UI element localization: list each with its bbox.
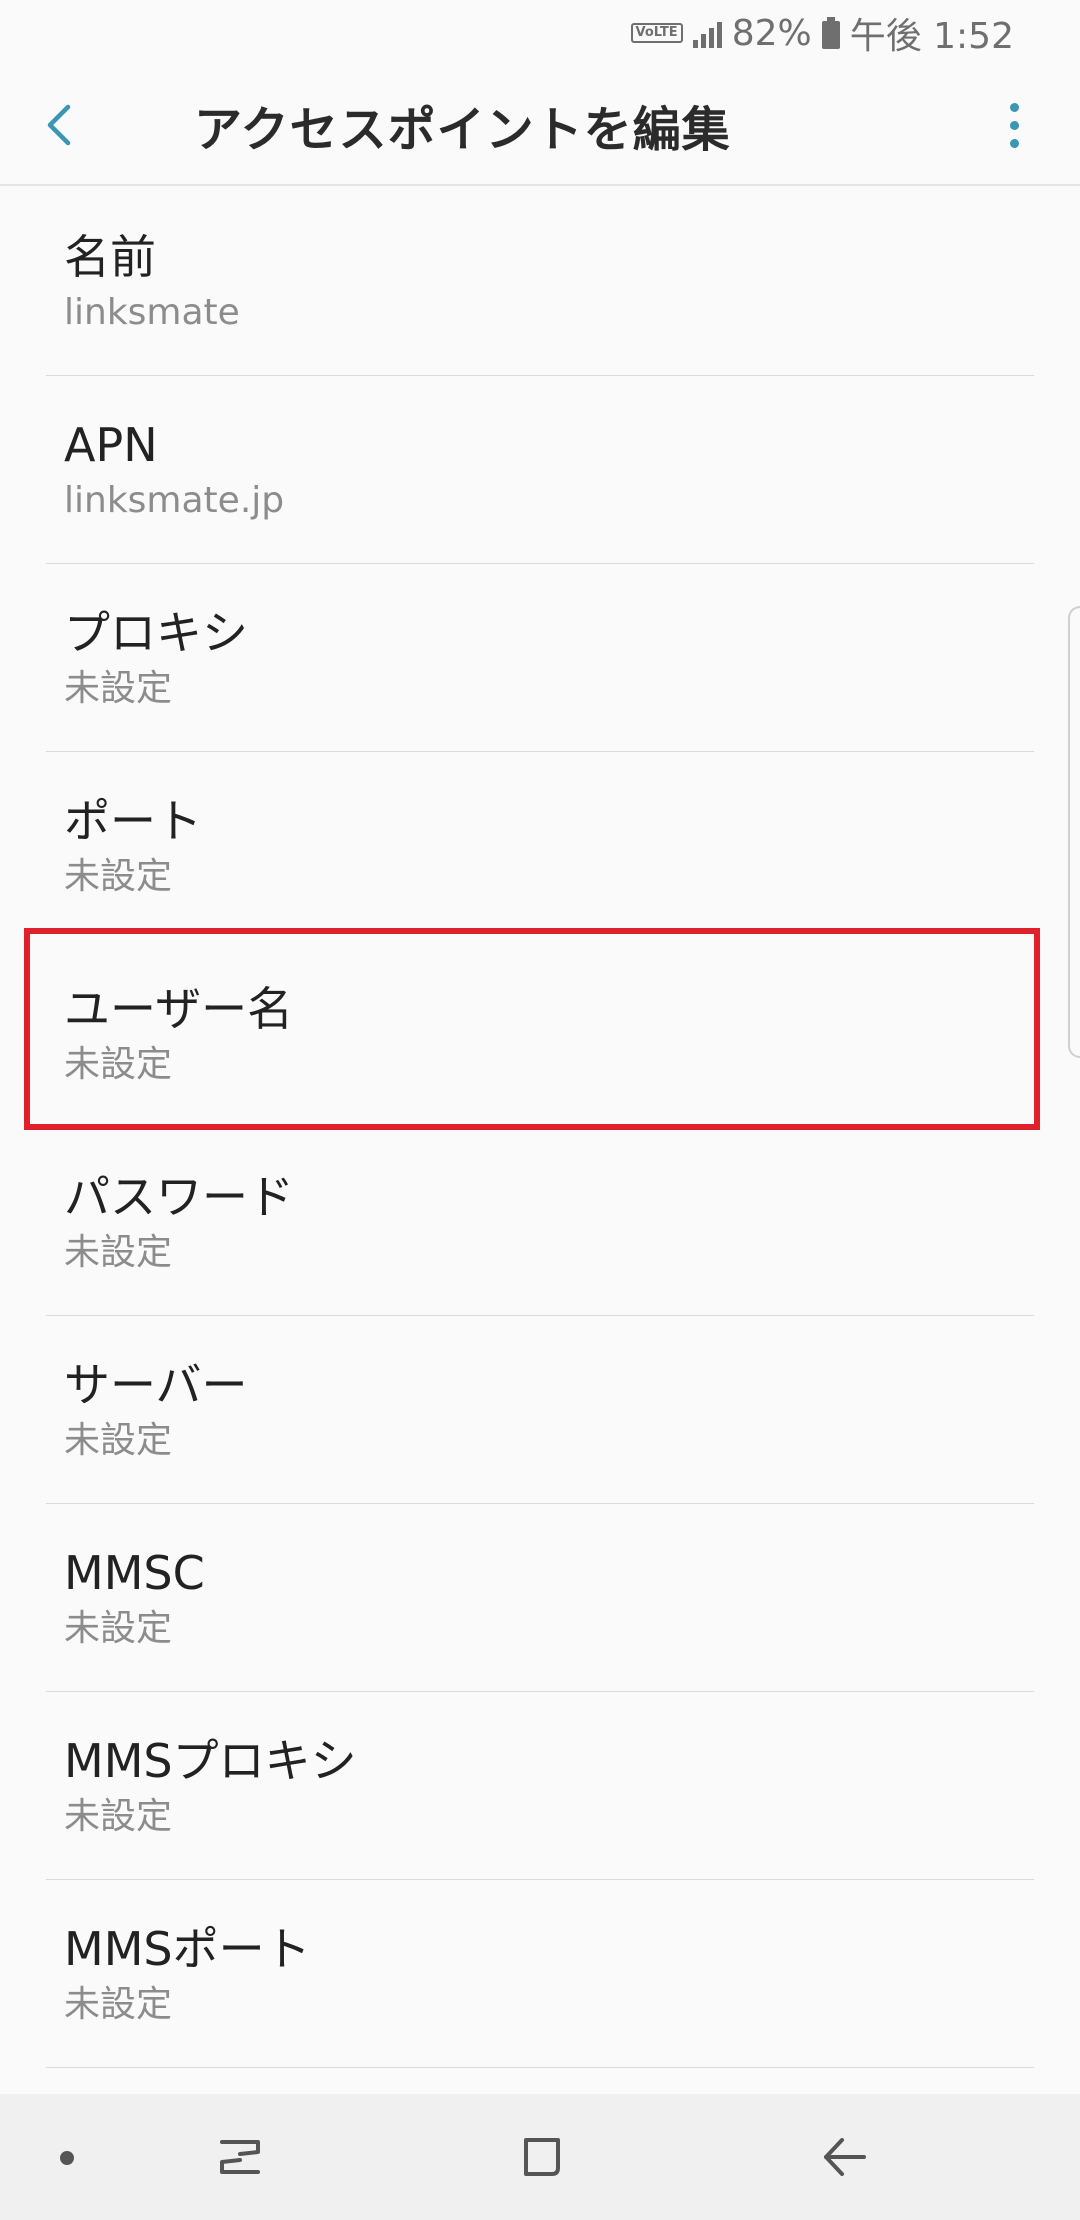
item-value: 未設定 bbox=[64, 1419, 173, 1461]
item-title: パスワード bbox=[64, 1169, 294, 1224]
back-nav-button[interactable] bbox=[820, 2132, 868, 2186]
recent-apps-icon bbox=[220, 2140, 260, 2174]
back-arrow-icon bbox=[824, 2138, 866, 2176]
item-title: APN bbox=[64, 417, 158, 472]
list-item-mms-port[interactable]: MMSポート 未設定 bbox=[46, 1880, 1034, 2068]
navigation-bar bbox=[0, 2094, 1080, 2220]
list-item-name[interactable]: 名前 linksmate bbox=[46, 188, 1034, 376]
item-value: 未設定 bbox=[64, 1231, 173, 1273]
hide-nav-dot-icon[interactable] bbox=[60, 2151, 74, 2165]
item-value: 未設定 bbox=[64, 667, 173, 709]
item-value: linksmate bbox=[64, 291, 240, 333]
clock: 午後 1:52 bbox=[849, 16, 1014, 57]
battery-percent: 82% bbox=[731, 12, 812, 54]
back-button[interactable] bbox=[44, 65, 134, 185]
page-title: アクセスポイントを編集 bbox=[194, 102, 731, 158]
item-title: 名前 bbox=[64, 229, 156, 284]
battery-icon bbox=[821, 17, 840, 49]
more-vertical-icon bbox=[1009, 102, 1019, 112]
list-item-port[interactable]: ポート 未設定 bbox=[46, 752, 1034, 940]
signal-icon bbox=[692, 18, 722, 48]
item-value: 未設定 bbox=[64, 856, 173, 897]
item-title: プロキシ bbox=[64, 605, 248, 660]
highlight-frame bbox=[24, 928, 1040, 1130]
item-value: 未設定 bbox=[64, 1795, 173, 1837]
list-item-proxy[interactable]: プロキシ 未設定 bbox=[46, 564, 1034, 752]
list-item-server[interactable]: サーバー 未設定 bbox=[46, 1316, 1034, 1504]
edge-panel-handle[interactable] bbox=[1068, 606, 1080, 1058]
chevron-left-icon bbox=[47, 104, 71, 146]
item-title: ポート bbox=[64, 794, 202, 848]
list-item-password[interactable]: パスワード 未設定 bbox=[46, 1128, 1034, 1316]
item-value: linksmate.jp bbox=[64, 479, 285, 521]
item-value: 未設定 bbox=[64, 1607, 173, 1649]
status-bar: VoLTE 82% 午後 1:52 bbox=[0, 0, 1080, 66]
item-title: MMSポート bbox=[64, 1921, 311, 1976]
volte-icon: VoLTE bbox=[630, 23, 683, 43]
home-icon bbox=[524, 2138, 560, 2176]
item-title: サーバー bbox=[64, 1357, 248, 1412]
item-title: MMSC bbox=[64, 1545, 205, 1600]
more-options-button[interactable] bbox=[994, 95, 1034, 155]
item-title: MMSプロキシ bbox=[64, 1733, 357, 1788]
list-item-apn[interactable]: APN linksmate.jp bbox=[46, 376, 1034, 564]
app-bar: アクセスポイントを編集 bbox=[0, 66, 1080, 186]
list-item-mmsc[interactable]: MMSC 未設定 bbox=[46, 1504, 1034, 1692]
list-item-mms-proxy[interactable]: MMSプロキシ 未設定 bbox=[46, 1692, 1034, 1880]
recent-apps-button[interactable] bbox=[218, 2132, 262, 2186]
home-button[interactable] bbox=[520, 2132, 564, 2186]
item-value: 未設定 bbox=[64, 1983, 173, 2025]
